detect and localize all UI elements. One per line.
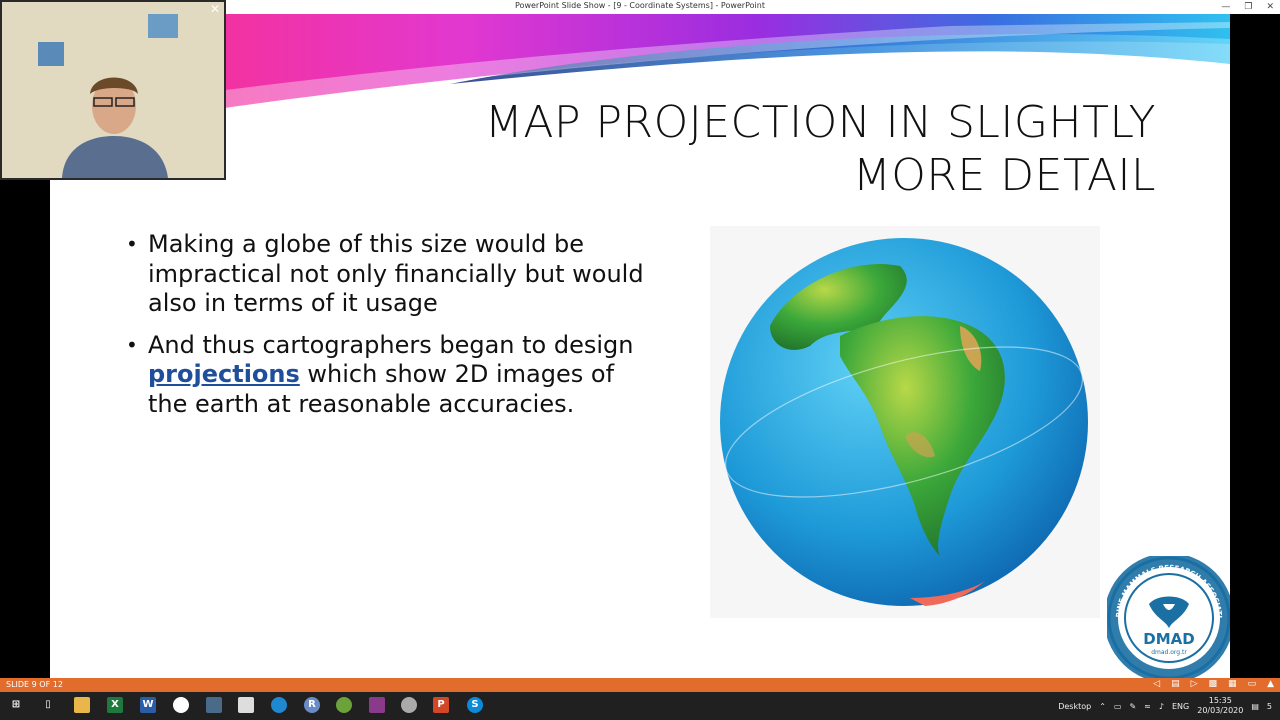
grid-view-icon[interactable]: ▦	[1228, 679, 1237, 689]
bullet-item: Making a globe of this size would be imp…	[126, 230, 646, 319]
word-icon[interactable]: W	[140, 697, 156, 713]
title-line-2: MORE DETAIL	[852, 150, 1156, 201]
dmad-logo: DMAD dmad.org.tr MARINE MAMMALS RESEARCH…	[1104, 550, 1230, 678]
globe-image	[710, 226, 1100, 618]
chrome-icon[interactable]	[173, 697, 189, 713]
notification-icon[interactable]: ▤	[1251, 702, 1259, 711]
taskbar: ⊞ ▯ X W R P S Desktop ⌃ ▭ ✎ ≈ ♪ ENG 15:3…	[0, 692, 1280, 720]
time: 15:35	[1208, 696, 1232, 705]
chevron-up-icon[interactable]: ⌃	[1099, 702, 1106, 711]
date: 20/03/2020	[1197, 706, 1244, 715]
bullet-text: And thus cartographers began to design	[148, 330, 634, 359]
clock[interactable]: 15:35 20/03/2020	[1197, 696, 1243, 716]
powerpoint-icon[interactable]: P	[433, 697, 449, 713]
volume-icon[interactable]: ♪	[1159, 702, 1164, 711]
webcam-overlay[interactable]: ✕	[0, 0, 226, 180]
bullet-list: Making a globe of this size would be imp…	[126, 230, 646, 431]
logo-text: DMAD	[1143, 630, 1194, 648]
language-indicator[interactable]: ENG	[1172, 702, 1189, 711]
status-bar: SLIDE 9 OF 12 ◁ ▤ ▷ ▩ ▦ ▭ ▲	[0, 678, 1280, 692]
bullet-text: Making a globe of this size would be imp…	[148, 230, 644, 317]
logo-url: dmad.org.tr	[1151, 649, 1187, 656]
pen-icon[interactable]: ✎	[1129, 702, 1136, 711]
desktop-toolbar[interactable]: Desktop	[1058, 702, 1091, 711]
skype-icon[interactable]: S	[467, 697, 483, 713]
task-view-icon[interactable]: ▯	[40, 697, 56, 713]
file-explorer-icon[interactable]	[74, 697, 90, 713]
app-icon[interactable]	[401, 697, 417, 713]
slideshow-icon[interactable]: ▲	[1267, 679, 1274, 689]
excel-icon[interactable]: X	[107, 697, 123, 713]
app-icon[interactable]	[369, 697, 385, 713]
slide[interactable]: MAP PROJECTION IN SLIGHTLY MORE DETAIL M…	[50, 14, 1230, 678]
edge-icon[interactable]	[271, 697, 287, 713]
previous-slide-icon[interactable]: ◁	[1153, 679, 1160, 689]
notepad-icon[interactable]	[206, 697, 222, 713]
reading-view-icon[interactable]: ▭	[1248, 679, 1257, 689]
start-icon[interactable]: ⊞	[8, 697, 24, 713]
calculator-icon[interactable]	[238, 697, 254, 713]
wifi-icon[interactable]: ≈	[1144, 702, 1151, 711]
normal-view-icon[interactable]: ▩	[1209, 679, 1218, 689]
minimize-icon[interactable]: —	[1221, 2, 1230, 12]
slide-title: MAP PROJECTION IN SLIGHTLY MORE DETAIL	[356, 96, 1156, 202]
qgis-icon[interactable]	[336, 697, 352, 713]
title-line-1: MAP PROJECTION IN SLIGHTLY	[484, 97, 1156, 148]
battery-icon[interactable]: ▭	[1114, 702, 1122, 711]
close-icon[interactable]: ✕	[210, 2, 220, 16]
r-icon[interactable]: R	[304, 697, 320, 713]
restore-icon[interactable]: ❐	[1244, 2, 1252, 12]
close-icon[interactable]: ✕	[1266, 2, 1274, 12]
notes-icon[interactable]: ▤	[1171, 679, 1180, 689]
bullet-item: And thus cartographers began to design p…	[126, 331, 646, 420]
notification-count: 5	[1266, 701, 1272, 711]
powerpoint-window: PowerPoint Slide Show - [9 - Coordinate …	[0, 0, 1280, 720]
projections-link[interactable]: projections	[148, 360, 300, 388]
next-slide-icon[interactable]: ▷	[1191, 679, 1198, 689]
slide-counter: SLIDE 9 OF 12	[6, 680, 63, 689]
